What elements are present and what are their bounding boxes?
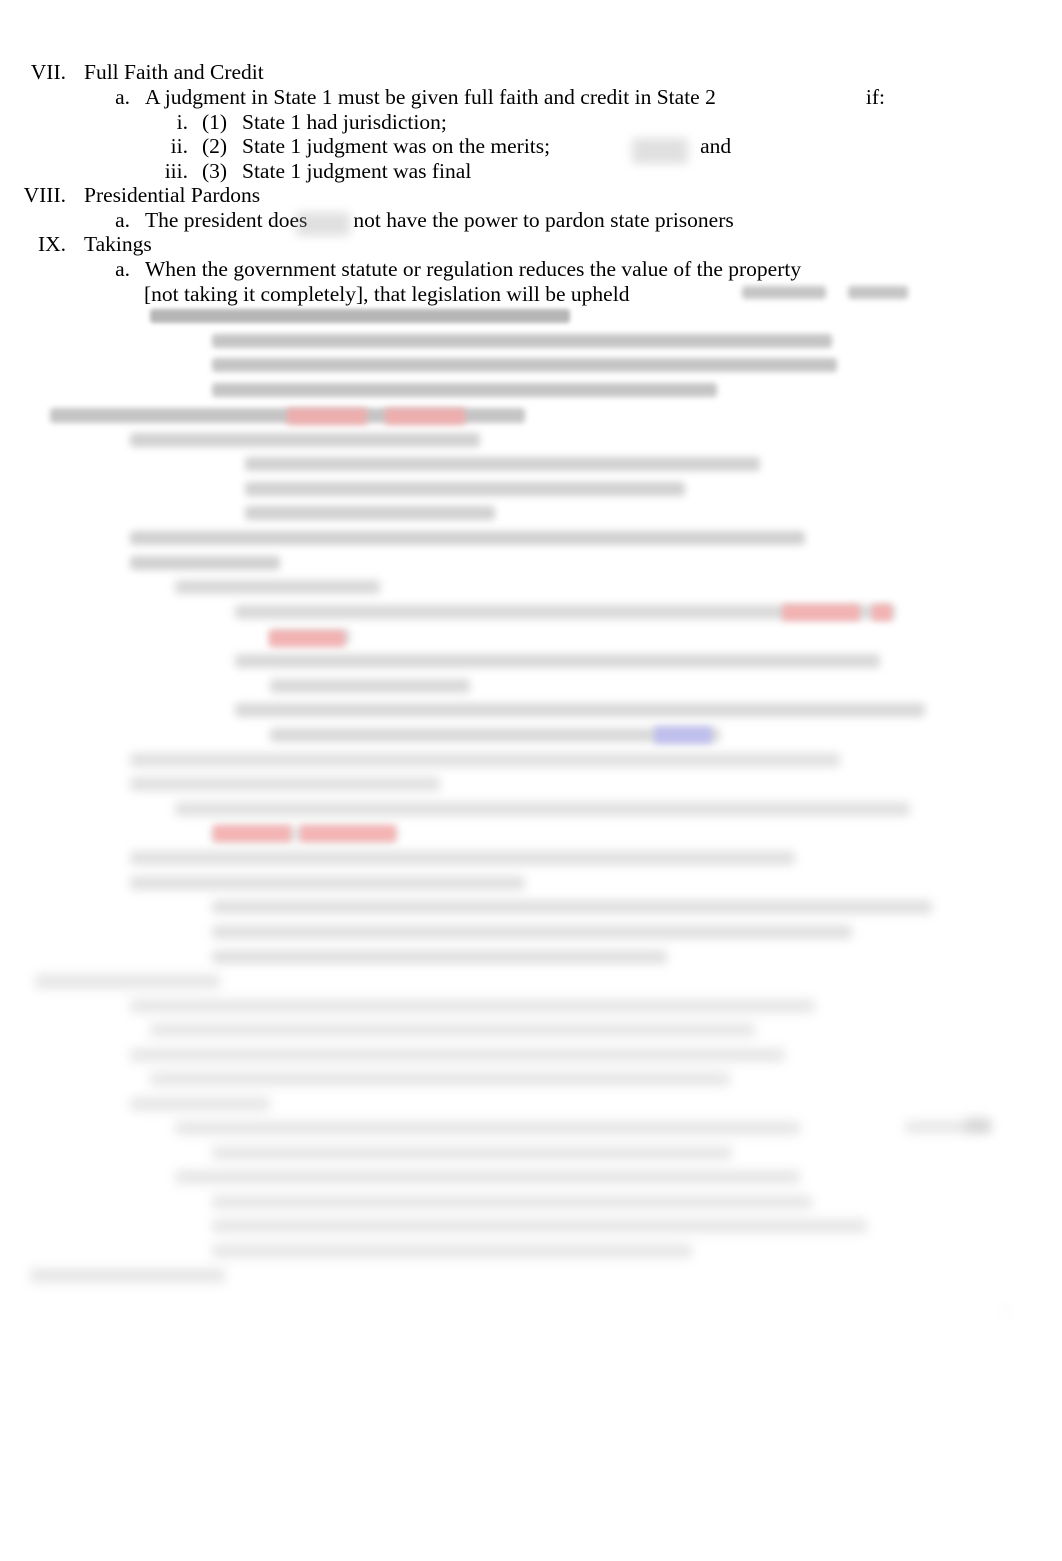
obscured-text-line [212,1219,867,1233]
obscured-text-line [130,876,525,890]
obscured-text-line [150,309,570,323]
outline-item-marker: i. [176,110,188,134]
obscured-text-line [130,433,480,447]
obscured-text-line [130,556,280,570]
obscured-text-line [130,1048,785,1062]
obscured-text-line [212,1195,812,1209]
obscured-text-line [235,605,895,619]
outline-item-marker: VIII. [23,183,66,207]
obscured-text-line [235,654,880,668]
obscured-text-line [212,925,852,939]
obscured-text-line [245,457,760,471]
outline-item-text: When the government statute or regulatio… [145,257,802,281]
obscured-text-line [212,358,837,372]
obscured-text-line [270,679,470,693]
outline-item-marker: ii. [170,134,188,158]
obscured-text-line [212,1244,692,1258]
obscured-text-line [212,950,667,964]
outline-item-vii-a-iii: iii. (3) State 1 judgment was final [160,159,472,183]
outline-item-subnumber: (1) [202,110,228,134]
outline-item-subnumber: (3) [202,159,228,183]
obscured-text-line [212,900,932,914]
obscured-text-line [130,753,840,767]
obscured-text-line [130,777,440,791]
outline-item-trailing-text: not have the power to pardon state priso… [353,208,734,232]
outline-item-vii: VII. Full Faith and Credit [8,60,264,84]
ghost-text-fragment [965,1117,991,1133]
obscured-text-line [212,1146,732,1160]
obscured-text-line [270,630,350,644]
outline-item-marker: a. [115,85,130,109]
ghost-text-fragment [296,212,350,236]
obscured-text-line [130,531,805,545]
outline-item-text: The president does [145,208,308,232]
outline-item-ix-a-cont: [not taking it completely], that legisla… [144,282,630,306]
obscured-text-line [235,703,925,717]
outline-item-viii-a: a. The president does not have the power t… [104,208,734,232]
obscured-text-line [212,827,397,841]
outline-item-text: Full Faith and Credit [84,60,264,84]
obscured-text-line [130,1097,270,1111]
outline-item-marker: a. [115,257,130,281]
obscured-text-line [30,1268,225,1283]
outline-item-text: State 1 judgment was final [242,159,472,183]
outline-item-text: State 1 judgment was on the merits; [242,134,551,158]
ghost-text-fragment [742,286,826,299]
page-number: 4 [1003,1303,1010,1318]
outline-item-text: State 1 had jurisdiction; [242,110,447,134]
obscured-text-line [130,999,815,1013]
obscured-text-line [270,728,720,742]
outline-item-ix-a: a. When the government statute or regulat… [104,257,802,281]
outline-item-vii-a: a. A judgment in State 1 must be given fu… [104,85,885,109]
outline-item-marker: IX. [37,232,66,256]
obscured-text-line [50,408,525,423]
ghost-text-fragment [632,138,688,164]
obscured-text-line [212,334,832,348]
outline-item-vii-a-i: i. (1) State 1 had jurisdiction; [160,110,447,134]
document-page: VII. Full Faith and Credit a. A judgment in… [0,0,1062,1561]
ghost-text-fragment [848,286,908,299]
obscured-text-line [245,506,495,520]
outline-item-ix: IX. Takings [8,232,152,256]
outline-item-trailing-text: if: [865,85,885,109]
outline-item-text: [not taking it completely], that legisla… [144,282,630,306]
obscured-text-line [212,383,717,397]
outline-item-marker: iii. [164,159,188,183]
outline-item-trailing-text: and [700,134,732,158]
obscured-text-line [175,580,380,594]
outline-item-text: Presidential Pardons [84,183,261,207]
outline-item-marker: a. [115,208,130,232]
obscured-text-line [150,1023,755,1037]
obscured-text-line [130,851,795,865]
outline-item-subnumber: (2) [202,134,228,158]
obscured-text-line [35,974,220,989]
obscured-text-line [175,1121,800,1135]
outline-item-marker: VII. [30,60,66,84]
obscured-text-line [175,802,910,816]
outline-item-text: A judgment in State 1 must be given full… [145,85,716,109]
outline-item-text: Takings [84,232,152,256]
obscured-text-line [150,1072,730,1086]
obscured-text-line [175,1170,800,1184]
obscured-text-line [245,482,685,496]
outline-item-viii: VIII. Presidential Pardons [8,183,261,207]
